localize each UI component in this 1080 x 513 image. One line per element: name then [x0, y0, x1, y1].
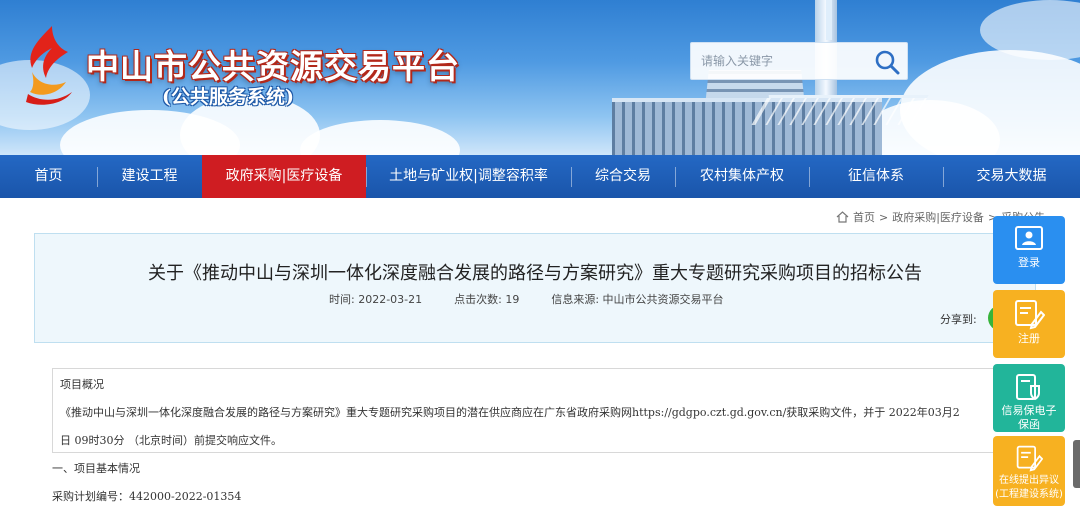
overview-line: 日 09时30分 （北京时间）前提交响应文件。	[60, 434, 282, 447]
main-nav: 首页 建设工程 政府采购|医疗设备 土地与矿业权|调整容积率 综合交易 农村集体…	[0, 155, 1080, 198]
edit-form-icon	[1016, 445, 1043, 472]
breadcrumb-separator: >	[879, 210, 889, 224]
nav-item-rural[interactable]: 农村集体产权	[675, 155, 809, 198]
guarantee-label: 保函	[1018, 418, 1040, 431]
meta-source: 信息来源: 中山市公共资源交易平台	[551, 293, 724, 306]
register-button[interactable]: 注册	[993, 290, 1065, 358]
guarantee-label: 信易保电子	[1001, 404, 1057, 417]
nav-item-credit[interactable]: 征信体系	[809, 155, 943, 198]
share-label: 分享到:	[940, 313, 977, 326]
guarantee-button[interactable]: 信易保电子 保函	[993, 364, 1065, 432]
site-subtitle: (公共服务系统)	[162, 86, 294, 108]
article-header-panel	[34, 233, 1036, 343]
home-icon	[836, 211, 849, 223]
logo-flame-icon[interactable]	[18, 22, 82, 108]
site-title[interactable]: 中山市公共资源交易平台	[86, 40, 460, 88]
article-meta: 时间: 2022-03-21 点击次数: 19 信息来源: 中山市公共资源交易平…	[329, 291, 724, 307]
nav-item-procurement[interactable]: 政府采购|医疗设备	[202, 155, 366, 198]
objection-label: 在线提出异议	[999, 475, 1059, 486]
article-title: 关于《推动中山与深圳一体化深度融合发展的路径与方案研究》重大专题研究采购项目的招…	[148, 263, 922, 284]
objection-label: (工程建设系统)	[995, 489, 1063, 500]
shield-doc-icon	[1016, 374, 1040, 401]
nav-item-home[interactable]: 首页	[0, 155, 97, 198]
plan-number: 采购计划编号：442000-2022-01354	[52, 490, 242, 503]
banner-cloud	[300, 120, 460, 155]
section-heading: 一、项目基本情况	[52, 462, 140, 475]
search-input[interactable]	[691, 43, 869, 79]
breadcrumb-section[interactable]: 政府采购|医疗设备	[892, 209, 984, 225]
header-banner: 中山市公共资源交易平台 (公共服务系统)	[0, 0, 1080, 155]
nav-item-construction[interactable]: 建设工程	[97, 155, 202, 198]
nav-item-land[interactable]: 土地与矿业权|调整容积率	[366, 155, 571, 198]
nav-item-bigdata[interactable]: 交易大数据	[943, 155, 1080, 198]
breadcrumb-home[interactable]: 首页	[853, 209, 875, 225]
overview-heading: 项目概况	[60, 378, 104, 391]
login-label: 登录	[1018, 256, 1040, 269]
register-label: 注册	[1018, 332, 1040, 345]
login-button[interactable]: 登录	[993, 216, 1065, 284]
search-box	[690, 42, 908, 80]
id-card-icon	[1015, 226, 1043, 250]
side-drawer-handle[interactable]	[1073, 440, 1080, 488]
meta-time: 时间: 2022-03-21	[329, 293, 423, 306]
banner-roof	[751, 95, 929, 125]
search-icon[interactable]	[873, 48, 901, 76]
banner-tower-spire	[826, 0, 832, 40]
overview-line: 《推动中山与深圳一体化深度融合发展的路径与方案研究》重大专题研究采购项目的潜在供…	[60, 406, 960, 419]
meta-clicks: 点击次数: 19	[454, 293, 520, 306]
objection-button[interactable]: 在线提出异议 (工程建设系统)	[993, 436, 1065, 506]
edit-form-icon	[1015, 300, 1045, 330]
nav-item-comprehensive[interactable]: 综合交易	[571, 155, 675, 198]
